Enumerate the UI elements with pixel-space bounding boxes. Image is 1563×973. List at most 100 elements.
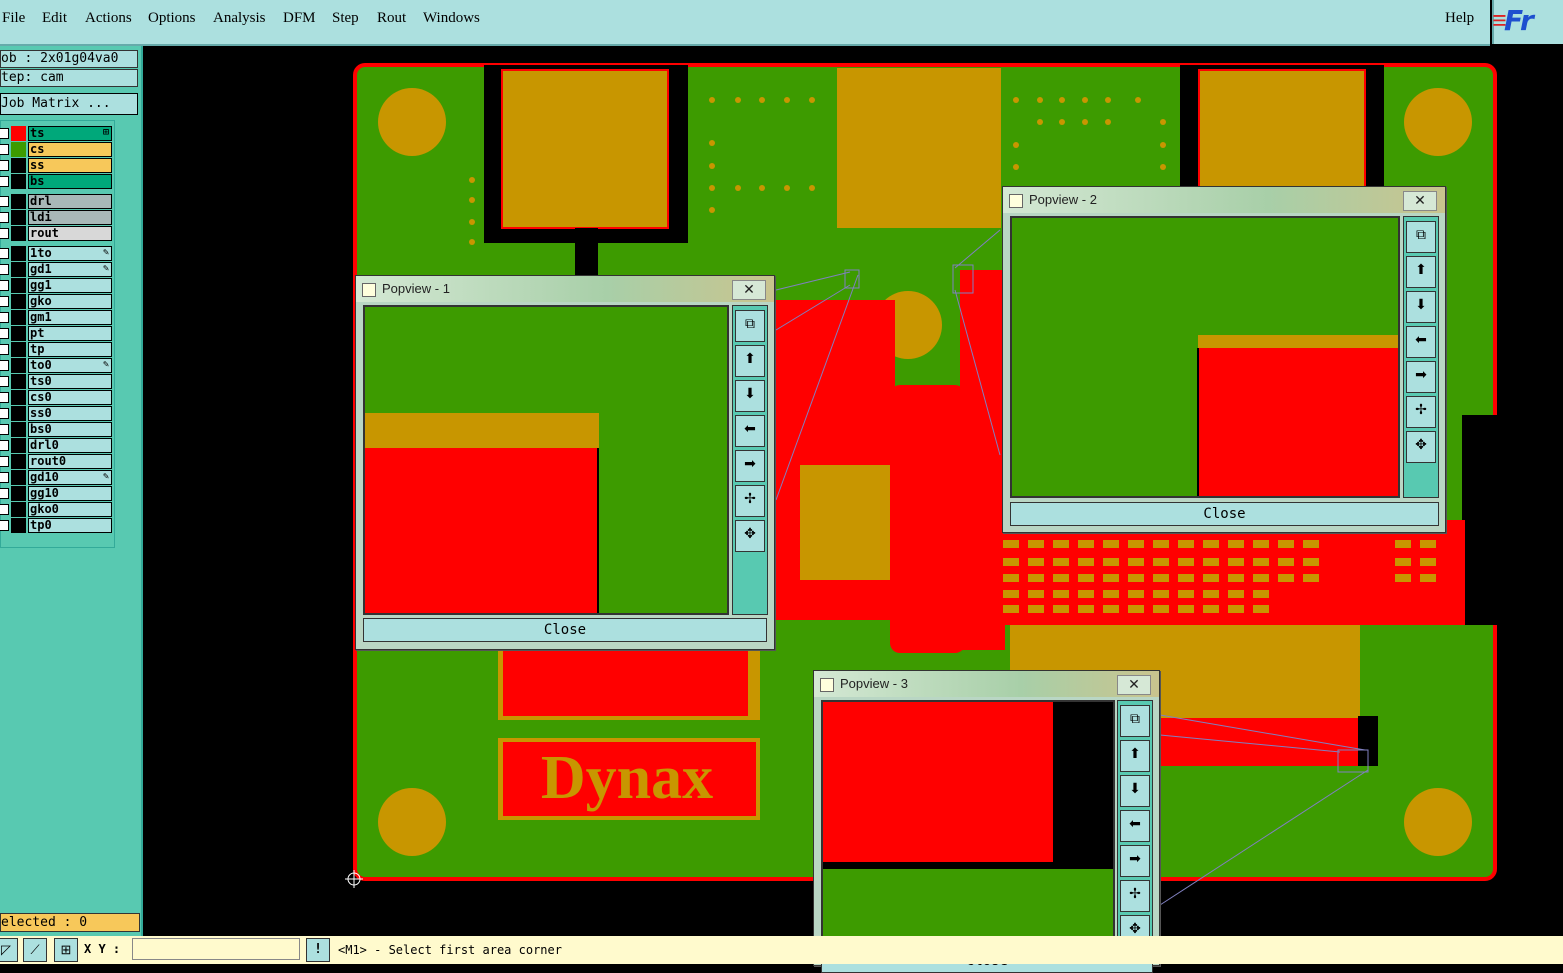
menu-dfm[interactable]: DFM	[283, 10, 316, 27]
layer-row-drl0[interactable]: drl0	[0, 438, 112, 453]
zoom-in-icon[interactable]: ✢	[735, 485, 765, 517]
layer-row-rout0[interactable]: rout0	[0, 454, 112, 469]
close-icon[interactable]: ✕	[1117, 675, 1151, 695]
layer-color-swatch[interactable]	[11, 294, 26, 309]
layer-color-swatch[interactable]	[11, 454, 26, 469]
layer-checkbox[interactable]	[0, 196, 9, 207]
layer-row-rout[interactable]: rout	[0, 226, 112, 241]
popview-zoom-view[interactable]	[821, 700, 1115, 946]
layer-color-swatch[interactable]	[11, 194, 26, 209]
menu-options[interactable]: Options	[148, 10, 196, 27]
zoom-fit-icon[interactable]: ⧉	[1120, 705, 1150, 737]
zoom-in-icon[interactable]: ✢	[1406, 396, 1436, 428]
popview-window-3[interactable]: Popview - 3✕ ⧉⬆⬇⬅➡✢✥ Close	[813, 670, 1160, 973]
layer-row-gm1[interactable]: gm1	[0, 310, 112, 325]
layer-color-swatch[interactable]	[11, 374, 26, 389]
layer-row-1to[interactable]: 1to ✎	[0, 246, 112, 261]
layer-checkbox[interactable]	[0, 440, 9, 451]
pan-right-icon[interactable]: ➡	[735, 450, 765, 482]
layer-checkbox[interactable]	[0, 520, 9, 531]
layer-row-ts0[interactable]: ts0	[0, 374, 112, 389]
layer-row-ts[interactable]: ts ⊞	[0, 126, 112, 141]
layer-row-pt[interactable]: pt	[0, 326, 112, 341]
popview-close-button[interactable]: Close	[1010, 502, 1439, 526]
layer-checkbox[interactable]	[0, 344, 9, 355]
layer-row-bs0[interactable]: bs0	[0, 422, 112, 437]
menu-edit[interactable]: Edit	[42, 10, 67, 27]
layer-color-swatch[interactable]	[11, 342, 26, 357]
layer-color-swatch[interactable]	[11, 278, 26, 293]
layer-checkbox[interactable]	[0, 248, 9, 259]
layer-checkbox[interactable]	[0, 456, 9, 467]
ruler-icon[interactable]: ⟋	[23, 938, 47, 962]
alert-button[interactable]: !	[306, 938, 330, 962]
layer-color-swatch[interactable]	[11, 502, 26, 517]
pan-left-icon[interactable]: ⬅	[1406, 326, 1436, 358]
layer-row-drl[interactable]: drl	[0, 194, 112, 209]
layer-checkbox[interactable]	[0, 176, 9, 187]
popview-title-bar[interactable]: Popview - 1 ✕	[356, 276, 774, 302]
layer-color-swatch[interactable]	[11, 210, 26, 225]
menu-actions[interactable]: Actions	[85, 10, 132, 27]
layer-color-swatch[interactable]	[11, 390, 26, 405]
close-icon[interactable]: ✕	[1403, 191, 1437, 211]
grid-icon[interactable]: ⊞	[54, 938, 78, 962]
pan-right-icon[interactable]: ➡	[1406, 361, 1436, 393]
layer-color-swatch[interactable]	[11, 438, 26, 453]
menu-rout[interactable]: Rout	[377, 10, 406, 27]
layer-row-ss0[interactable]: ss0	[0, 406, 112, 421]
close-icon[interactable]: ✕	[732, 280, 766, 300]
zoom-in-icon[interactable]: ✢	[1120, 880, 1150, 912]
layer-checkbox[interactable]	[0, 280, 9, 291]
layer-checkbox[interactable]	[0, 296, 9, 307]
layer-checkbox[interactable]	[0, 376, 9, 387]
layer-row-cs0[interactable]: cs0	[0, 390, 112, 405]
layer-color-swatch[interactable]	[11, 422, 26, 437]
layer-row-ldi[interactable]: ldi	[0, 210, 112, 225]
layer-color-swatch[interactable]	[11, 126, 26, 141]
pan-left-icon[interactable]: ⬅	[1120, 810, 1150, 842]
layer-color-swatch[interactable]	[11, 310, 26, 325]
popview-title-bar[interactable]: Popview - 2 ✕	[1003, 187, 1445, 213]
layer-color-swatch[interactable]	[11, 486, 26, 501]
layer-checkbox[interactable]	[0, 312, 9, 323]
pan-down-icon[interactable]: ⬇	[1406, 291, 1436, 323]
zoom-fit-icon[interactable]: ⧉	[735, 310, 765, 342]
layer-color-swatch[interactable]	[11, 174, 26, 189]
layer-checkbox[interactable]	[0, 328, 9, 339]
layer-color-swatch[interactable]	[11, 358, 26, 373]
pan-right-icon[interactable]: ➡	[1120, 845, 1150, 877]
menu-windows[interactable]: Windows	[423, 10, 480, 27]
layer-checkbox[interactable]	[0, 128, 9, 139]
layer-row-tp[interactable]: tp	[0, 342, 112, 357]
layer-row-gko[interactable]: gko	[0, 294, 112, 309]
layer-color-swatch[interactable]	[11, 518, 26, 533]
layer-color-swatch[interactable]	[11, 262, 26, 277]
layer-checkbox[interactable]	[0, 488, 9, 499]
menu-analysis[interactable]: Analysis	[213, 10, 266, 27]
layer-checkbox[interactable]	[0, 392, 9, 403]
layer-checkbox[interactable]	[0, 408, 9, 419]
layer-color-swatch[interactable]	[11, 406, 26, 421]
pan-up-icon[interactable]: ⬆	[1406, 256, 1436, 288]
layer-row-gg1[interactable]: gg1	[0, 278, 112, 293]
layer-color-swatch[interactable]	[11, 226, 26, 241]
layer-row-cs[interactable]: cs	[0, 142, 112, 157]
pan-up-icon[interactable]: ⬆	[1120, 740, 1150, 772]
layer-row-to0[interactable]: to0 ✎	[0, 358, 112, 373]
layer-row-ss[interactable]: ss	[0, 158, 112, 173]
layer-row-gko0[interactable]: gko0	[0, 502, 112, 517]
zoom-fit-icon[interactable]: ⧉	[1406, 221, 1436, 253]
layer-checkbox[interactable]	[0, 212, 9, 223]
menu-file[interactable]: File	[2, 10, 25, 27]
menu-step[interactable]: Step	[332, 10, 359, 27]
popview-window-1[interactable]: Popview - 1 ✕ ⧉ ⬆ ⬇ ⬅ ➡ ✢ ✥ Close	[355, 275, 775, 650]
layer-checkbox[interactable]	[0, 160, 9, 171]
popview-window-2[interactable]: Popview - 2 ✕ ⧉ ⬆ ⬇ ⬅ ➡ ✢ ✥ Close	[1002, 186, 1446, 533]
popview-zoom-view[interactable]	[363, 305, 729, 615]
layer-color-swatch[interactable]	[11, 246, 26, 261]
pan-left-icon[interactable]: ⬅	[735, 415, 765, 447]
layer-checkbox[interactable]	[0, 424, 9, 435]
layer-row-bs[interactable]: bs	[0, 174, 112, 189]
layer-checkbox[interactable]	[0, 472, 9, 483]
